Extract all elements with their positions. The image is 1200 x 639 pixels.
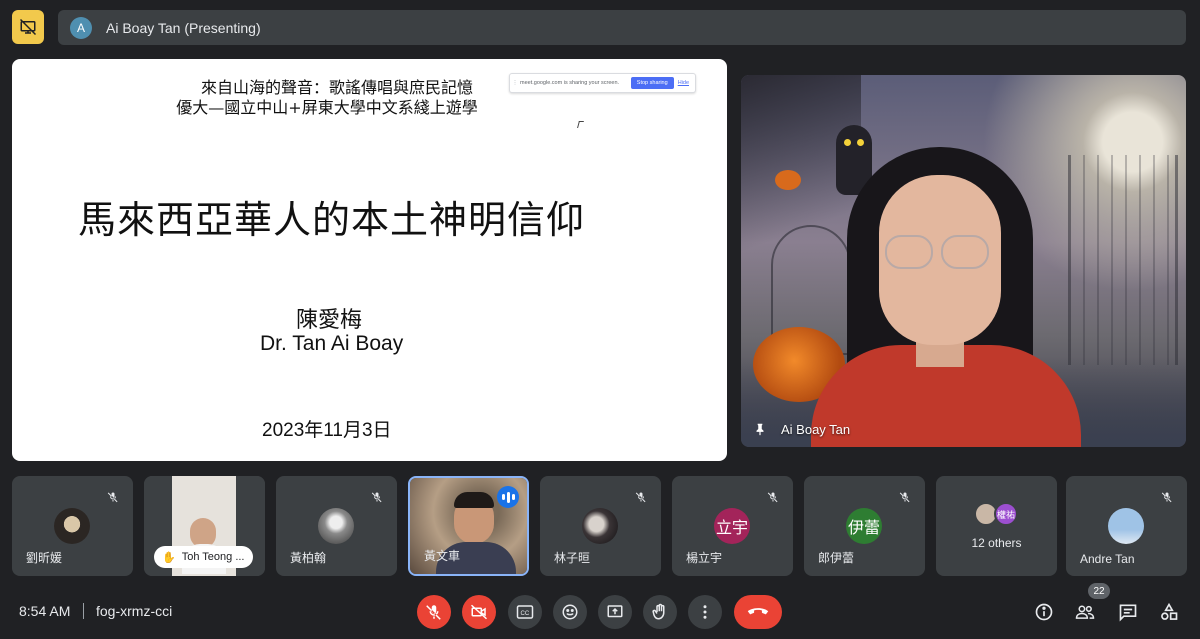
- others-count: 12 others: [971, 536, 1022, 550]
- mic-off-icon: [107, 492, 118, 503]
- slide-author-en: Dr. Tan Ai Boay: [260, 332, 404, 355]
- mic-off-icon: [899, 492, 910, 503]
- speaker-video-tile[interactable]: Ai Boay Tan: [741, 75, 1186, 447]
- activities-icon: [1161, 602, 1178, 620]
- mic-toggle-button[interactable]: [417, 595, 451, 629]
- mouse-cursor-icon: [577, 121, 584, 128]
- slide-header-line2: 優大—國立中山+屏東大學中文系綫上遊學: [176, 98, 478, 117]
- participant-name: 黃柏翰: [290, 551, 327, 565]
- more-icon: [703, 605, 707, 619]
- others-tile[interactable]: 權祐 12 others: [936, 476, 1057, 576]
- meeting-info-button[interactable]: [1034, 602, 1054, 622]
- participant-name-pill: ✋ Toh Teong ...: [154, 546, 253, 568]
- presenter-label: Ai Boay Tan (Presenting): [106, 19, 261, 36]
- participant-avatar: [1108, 508, 1144, 544]
- shared-screen: 來自山海的聲音：歌謠傳唱與庶民記憶 優大—國立中山+屏東大學中文系綫上遊學 ⋮ …: [12, 59, 727, 461]
- slide-author-zh: 陳愛梅: [296, 308, 363, 333]
- activities-button[interactable]: [1159, 602, 1179, 622]
- participant-avatar: 伊蕾: [846, 508, 882, 544]
- hangup-icon: [747, 608, 769, 615]
- screen-share-notice: ⋮ meet.google.com is sharing your screen…: [509, 73, 696, 93]
- reactions-button[interactable]: [553, 595, 587, 629]
- speaker-label: Ai Boay Tan: [753, 421, 850, 437]
- participant-name: 林子晅: [554, 551, 591, 565]
- participant-name: 楊立宇: [686, 551, 723, 565]
- meeting-code[interactable]: fog-xrmz-cci: [96, 603, 172, 619]
- participant-avatar: 立宇: [714, 508, 750, 544]
- speaker-name: Ai Boay Tan: [781, 421, 851, 437]
- participant-tile[interactable]: Andre Tan: [1066, 476, 1187, 576]
- participant-tile[interactable]: 伊蕾 郎伊蕾: [804, 476, 925, 576]
- mic-off-icon: [371, 492, 382, 503]
- speaker-glasses-left: [885, 235, 933, 269]
- mic-off-icon: [426, 605, 441, 620]
- participant-name: 黃文車: [424, 549, 461, 563]
- participant-avatar: [582, 508, 618, 544]
- slide-date: 2023年11月3日: [262, 420, 392, 441]
- mic-off-icon: [1161, 492, 1172, 503]
- chat-icon: [1119, 604, 1137, 622]
- speaker-glasses-right: [941, 235, 989, 269]
- raised-hand-icon: ✋: [162, 551, 176, 564]
- drag-grip-icon[interactable]: ⋮: [510, 80, 520, 86]
- participant-tile[interactable]: 劉昕媛: [12, 476, 133, 576]
- pin-icon[interactable]: [753, 421, 767, 437]
- more-options-button[interactable]: [688, 595, 722, 629]
- participants-count-badge: 22: [1088, 583, 1110, 599]
- background-pumpkin-small: [775, 170, 801, 190]
- participant-tile[interactable]: 立宇 楊立宇: [672, 476, 793, 576]
- presentation-off-icon[interactable]: [12, 10, 44, 44]
- participant-tile[interactable]: 林子晅: [540, 476, 661, 576]
- chat-button[interactable]: [1118, 602, 1138, 622]
- background-gate-right: [1068, 155, 1178, 365]
- participant-name: 劉昕媛: [26, 551, 63, 565]
- raise-hand-button[interactable]: [643, 595, 677, 629]
- participant-name: 郎伊蕾: [818, 551, 855, 565]
- others-avatar: 權祐: [994, 502, 1018, 526]
- info-icon: [1035, 603, 1053, 621]
- participant-tile[interactable]: 黃文車: [408, 476, 529, 576]
- camera-off-icon: [470, 604, 488, 620]
- stop-sharing-button[interactable]: Stop sharing: [630, 77, 674, 89]
- participant-name: Andre Tan: [1080, 552, 1135, 566]
- camera-toggle-button[interactable]: [462, 595, 496, 629]
- emoji-icon: [562, 604, 578, 620]
- people-button[interactable]: [1075, 602, 1095, 622]
- participant-tile[interactable]: 黃柏翰: [276, 476, 397, 576]
- clock: 8:54 AM: [19, 603, 71, 619]
- participant-hair: [454, 492, 494, 508]
- participant-avatar: [318, 508, 354, 544]
- participant-name: Toh Teong ...: [181, 551, 245, 563]
- present-icon: [607, 605, 623, 618]
- participant-tile[interactable]: ✋ Toh Teong ...: [144, 476, 265, 576]
- presenting-banner: A Ai Boay Tan (Presenting): [58, 10, 1186, 45]
- slide-title: 馬來西亞華人的本土神明信仰: [78, 198, 586, 242]
- mic-off-icon: [635, 492, 646, 503]
- captions-button[interactable]: CC: [508, 595, 542, 629]
- svg-text:CC: CC: [521, 611, 530, 617]
- presenter-avatar: A: [70, 16, 92, 39]
- leave-call-button[interactable]: [734, 595, 782, 629]
- share-notice-text: meet.google.com is sharing your screen.: [520, 80, 620, 86]
- mic-off-icon: [767, 492, 778, 503]
- raise-hand-icon: [652, 603, 665, 620]
- captions-icon: CC: [516, 605, 534, 619]
- people-icon: [1075, 605, 1095, 619]
- participant-avatar: [54, 508, 90, 544]
- divider: [83, 603, 84, 619]
- present-button[interactable]: [598, 595, 632, 629]
- speaking-indicator-icon: [497, 486, 519, 508]
- hide-button[interactable]: Hide: [678, 80, 689, 86]
